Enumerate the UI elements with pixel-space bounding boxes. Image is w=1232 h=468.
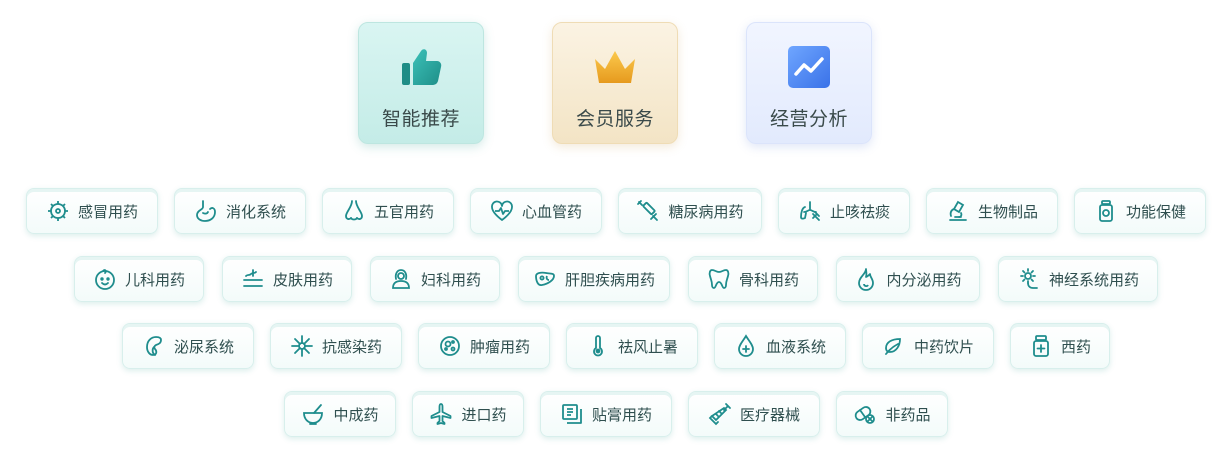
blood-drop-icon <box>734 334 758 358</box>
category-label: 感冒用药 <box>77 202 138 221</box>
category-label: 生物制品 <box>977 202 1038 221</box>
category-label: 中成药 <box>333 405 379 424</box>
category-label: 妇科用药 <box>420 270 481 289</box>
category-urinary[interactable]: 泌尿系统 <box>122 323 254 369</box>
category-label: 贴膏用药 <box>591 405 652 424</box>
drop-flame-icon <box>854 267 878 291</box>
category-label: 中药饮片 <box>913 337 974 356</box>
category-biologics[interactable]: 生物制品 <box>926 188 1058 234</box>
category-label: 泌尿系统 <box>173 337 234 356</box>
category-label: 抗感染药 <box>321 337 382 356</box>
category-endocrine[interactable]: 内分泌用药 <box>836 256 980 302</box>
kidney-icon <box>142 334 166 358</box>
category-label: 皮肤用药 <box>272 270 333 289</box>
liver-icon <box>533 267 557 291</box>
category-cold-medicine[interactable]: 感冒用药 <box>26 188 158 234</box>
woman-icon <box>389 267 413 291</box>
category-cardiovascular[interactable]: 心血管药 <box>470 188 602 234</box>
category-liver-gallbladder[interactable]: 肝胆疾病用药 <box>518 256 670 302</box>
lungs-icon <box>798 199 822 223</box>
heartbeat-icon <box>490 199 514 223</box>
category-label: 功能保健 <box>1125 202 1186 221</box>
category-oncology[interactable]: 肿瘤用药 <box>418 323 550 369</box>
category-label: 肝胆疾病用药 <box>564 270 655 289</box>
patch-icon <box>560 402 584 426</box>
category-label: 心血管药 <box>521 202 582 221</box>
virus-icon <box>46 199 70 223</box>
category-digestive[interactable]: 消化系统 <box>174 188 306 234</box>
category-label: 西药 <box>1060 337 1091 356</box>
pill-bottle-icon <box>1029 334 1053 358</box>
injector-icon <box>708 402 732 426</box>
category-pediatrics[interactable]: 儿科用药 <box>74 256 204 302</box>
category-medical-devices[interactable]: 医疗器械 <box>688 391 820 437</box>
category-label: 非药品 <box>885 405 931 424</box>
category-gynecology[interactable]: 妇科用药 <box>370 256 500 302</box>
category-western-medicine[interactable]: 西药 <box>1010 323 1110 369</box>
baby-face-icon <box>93 267 117 291</box>
bacteria-icon <box>290 334 314 358</box>
category-proprietary-chinese[interactable]: 中成药 <box>284 391 396 437</box>
category-label: 进口药 <box>461 405 507 424</box>
category-label: 糖尿病用药 <box>668 202 744 221</box>
tumor-cell-icon <box>438 334 462 358</box>
herbal-leaf-icon <box>882 334 906 358</box>
category-patches[interactable]: 贴膏用药 <box>540 391 672 437</box>
category-herbal-pieces[interactable]: 中药饮片 <box>862 323 994 369</box>
category-label: 神经系统用药 <box>1048 270 1139 289</box>
thermometer-icon <box>586 334 610 358</box>
category-nervous-system[interactable]: 神经系统用药 <box>998 256 1158 302</box>
syringe-icon <box>636 199 660 223</box>
category-anti-infection[interactable]: 抗感染药 <box>270 323 402 369</box>
category-label: 儿科用药 <box>124 270 185 289</box>
category-label: 五官用药 <box>373 202 434 221</box>
category-wind-heat[interactable]: 祛风止暑 <box>566 323 698 369</box>
category-label: 止咳祛痰 <box>829 202 890 221</box>
category-label: 骨科用药 <box>738 270 799 289</box>
category-label: 祛风止暑 <box>617 337 678 356</box>
stomach-icon <box>194 199 218 223</box>
category-imported[interactable]: 进口药 <box>412 391 524 437</box>
category-label: 内分泌用药 <box>886 270 962 289</box>
category-non-drug[interactable]: 非药品 <box>836 391 948 437</box>
category-grid: 感冒用药 消化系统 五官用药 心血管药 糖尿病用药 止咳祛痰 生物制品 功能保健… <box>0 0 1232 468</box>
airplane-icon <box>429 402 453 426</box>
category-dermatology[interactable]: 皮肤用药 <box>222 256 352 302</box>
tooth-bone-icon <box>707 267 731 291</box>
category-facial-features[interactable]: 五官用药 <box>322 188 454 234</box>
category-label: 消化系统 <box>225 202 286 221</box>
category-label: 医疗器械 <box>739 405 800 424</box>
category-health-care[interactable]: 功能保健 <box>1074 188 1206 234</box>
category-label: 肿瘤用药 <box>469 337 530 356</box>
supplement-bottle-icon <box>1094 199 1118 223</box>
capsule-cross-icon <box>853 402 877 426</box>
category-orthopedics[interactable]: 骨科用药 <box>688 256 818 302</box>
neuron-gear-icon <box>1017 267 1041 291</box>
category-label: 血液系统 <box>765 337 826 356</box>
nose-icon <box>342 199 366 223</box>
skin-layers-icon <box>241 267 265 291</box>
category-blood[interactable]: 血液系统 <box>714 323 846 369</box>
microscope-icon <box>946 199 970 223</box>
category-diabetes[interactable]: 糖尿病用药 <box>618 188 762 234</box>
category-cough-phlegm[interactable]: 止咳祛痰 <box>778 188 910 234</box>
mortar-icon <box>301 402 325 426</box>
